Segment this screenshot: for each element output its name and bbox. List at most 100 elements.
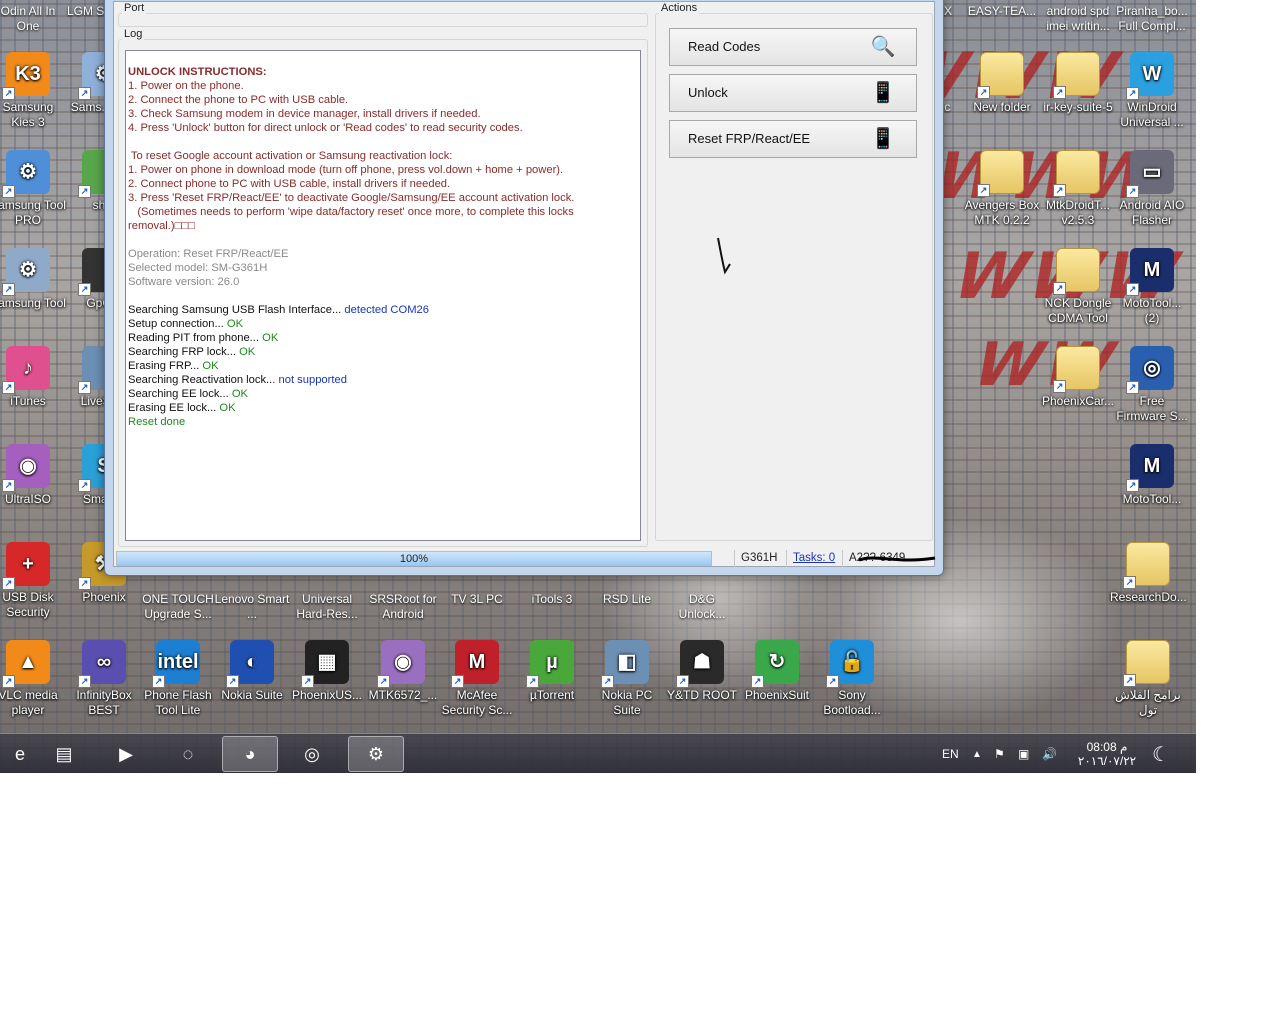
action-center-flag-icon[interactable]: ⚑ [994, 734, 1005, 774]
icon-arabic-flash[interactable]: ↗ برامج الفلاش تول [1110, 640, 1186, 718]
icon-vlc[interactable]: ▲ ↗ VLC media player [0, 640, 66, 718]
mototool-2-icon: M ↗ [1126, 248, 1174, 296]
icon-nokia-pc-suite[interactable]: ◧ ↗ Nokia PC Suite [589, 640, 665, 718]
icon-one-touch[interactable]: ONE TOUCH Upgrade S... [140, 592, 216, 622]
icon-phoenixsuit[interactable]: ↻ ↗ PhoenixSuit [739, 640, 815, 703]
shortcut-arrow-icon: ↗ [1126, 283, 1139, 296]
icon-samsung-tool[interactable]: ⚙↗Samsung Tool [0, 248, 66, 311]
icon-phone-flash[interactable]: intel ↗ Phone Flash Tool Lite [140, 640, 216, 718]
icon-label: Phoenix [82, 590, 126, 604]
clock[interactable]: 08:08 م ٢٠١٦/٠٧/٢٢ [1072, 734, 1142, 774]
icon-kies[interactable]: K3 ↗ Samsung Kies 3 [0, 52, 66, 130]
taskbar-explorer-icon[interactable]: ▤ [36, 736, 92, 772]
log-text: UNLOCK INSTRUCTIONS: [128, 66, 267, 78]
icon-tv3l[interactable]: TV 3L PC [439, 592, 515, 607]
icon-srsroot[interactable]: SRSRoot for Android [365, 592, 441, 622]
log-text: Operation: Reset FRP/React/EE [128, 248, 289, 260]
icon-ultraiso[interactable]: ◉ ↗ UltraISO [0, 444, 66, 507]
icon-glyph: µ [546, 650, 558, 673]
icon-sony-bootloader[interactable]: 🔓 ↗ Sony Bootload... [814, 640, 890, 718]
icon-windroid[interactable]: W ↗ WinDroid Universal ... [1114, 52, 1190, 130]
icon-itools[interactable]: iTools 3 [514, 592, 590, 607]
icon-mcafee[interactable]: M ↗ McAfee Security Sc... [439, 640, 515, 718]
clock-date: ٢٠١٦/٠٧/٢٢ [1077, 754, 1137, 768]
icon-android-spd[interactable]: android spd imei writin... [1040, 4, 1116, 34]
icon-label: PhoenixCar... [1041, 394, 1115, 408]
icon-label: ir-key-suite-5 [1043, 100, 1113, 114]
status-bar: 100% G361H Tasks: 0 A2??-6349 [116, 547, 936, 567]
icon-glyph: ◉ [394, 650, 412, 673]
icon-lenovo[interactable]: Lenovo Smart ... [214, 592, 290, 622]
taskbar-samsung-tool-icon[interactable]: ⚙ [348, 736, 404, 772]
icon-mtk6572[interactable]: ◉ ↗ MTK6572_... [365, 640, 441, 703]
log-line: 3. Press 'Reset FRP/React/EE' to deactiv… [128, 191, 640, 205]
port-group [118, 13, 648, 27]
shortcut-arrow-icon: ↗ [78, 283, 91, 296]
icon-label: Sony Bootload... [823, 688, 881, 717]
shortcut-arrow-icon: ↗ [78, 185, 91, 198]
icon-mototool-2[interactable]: M ↗ MotoTool... (2) [1114, 248, 1190, 326]
log-line: Reset done [128, 415, 640, 429]
icon-glyph: ⚙ [19, 160, 37, 183]
icon-dg-unlock[interactable]: D&G Unlock... [664, 592, 740, 622]
log-text: Selected model: SM-G361H [128, 262, 268, 274]
arabic-flash-icon: ↗ [1123, 640, 1170, 687]
taskbar-360-icon[interactable]: ◎ [284, 736, 340, 772]
icon-odin[interactable]: Odin All In One [0, 4, 66, 34]
shortcut-arrow-icon: ↗ [2, 479, 15, 492]
mcafee-icon: M ↗ [451, 640, 499, 688]
shortcut-arrow-icon: ↗ [977, 184, 990, 197]
log-text: 2. Connect phone to PC with USB cable, i… [128, 178, 451, 190]
icon-nokia-suite[interactable]: ◐ ↗ Nokia Suite [214, 640, 290, 703]
log-text: Reading PIT from phone... [128, 332, 263, 344]
language-indicator[interactable]: EN [942, 734, 959, 774]
log-line: Searching FRP lock... OK [128, 345, 640, 359]
show-hidden-icons-icon[interactable]: ▲ [972, 734, 982, 774]
windroid-icon: W ↗ [1126, 52, 1174, 100]
taskbar-media-player-icon[interactable]: ▶ [98, 736, 154, 772]
volume-icon[interactable]: 🔊 [1042, 734, 1057, 774]
icon-rsd-lite[interactable]: RSD Lite [589, 592, 665, 607]
researchdo-icon: ↗ [1123, 542, 1170, 589]
read-codes-button[interactable]: Read Codes 🔍 [669, 28, 917, 66]
unlock-button[interactable]: Unlock 📱 [669, 74, 917, 112]
icon-piranha[interactable]: Piranha_bo... Full Compl... [1114, 4, 1190, 34]
taskbar-app-swirl-icon[interactable]: ◌ [160, 736, 216, 772]
icon-mtkdroidtools[interactable]: ↗ MtkDroidT... v2.5.3 [1040, 150, 1116, 228]
icon-avengers-box[interactable]: ↗ Avengers Box MTK 0.2.2 [964, 150, 1040, 228]
icon-mototool[interactable]: M ↗ MotoTool... [1114, 444, 1190, 507]
icon-itunes[interactable]: ♪ ↗ iTunes [0, 346, 66, 409]
icon-free-firmware[interactable]: ◎ ↗ Free Firmware S... [1114, 346, 1190, 424]
icon-android-aio[interactable]: ▭ ↗ Android AIO Flasher [1114, 150, 1190, 228]
shortcut-arrow-icon: ↗ [152, 675, 165, 688]
clock-time: 08:08 م [1086, 740, 1128, 754]
tasks-link[interactable]: Tasks: 0 [786, 550, 842, 567]
icon-label: Avengers Box MTK 0.2.2 [964, 198, 1040, 227]
log-line: (Sometimes needs to perform 'wipe data/f… [128, 205, 640, 219]
icon-utorrent[interactable]: µ ↗ µTorrent [514, 640, 590, 703]
icon-glyph: intel [157, 650, 199, 673]
free-firmware-icon: ◎ ↗ [1126, 346, 1174, 394]
network-icon[interactable]: ▣ [1018, 734, 1029, 774]
icon-glyph: ◐ [245, 650, 259, 673]
icon-glyph: 🔓 [839, 650, 865, 673]
icon-phoenixcard[interactable]: ↗ PhoenixCar... [1040, 346, 1116, 409]
reset-frp-button[interactable]: Reset FRP/React/EE 📱 [669, 120, 917, 158]
log-result: OK [239, 346, 256, 358]
log-text: 4. Press 'Unlock' button for direct unlo… [128, 122, 523, 134]
icon-phoenixusb[interactable]: ▦ ↗ PhoenixUS... [289, 640, 365, 703]
log-line: Setup connection... OK [128, 317, 640, 331]
icon-researchdo[interactable]: ↗ ResearchDo... [1110, 542, 1187, 605]
icon-ir-key-suite[interactable]: ↗ ir-key-suite-5 [1040, 52, 1116, 115]
taskbar-chrome-icon[interactable]: ◕ [222, 736, 278, 772]
icon-glyph: ♪ [23, 356, 33, 379]
icon-nck-dongle[interactable]: ↗ NCK Dongle CDMA Tool [1040, 248, 1116, 326]
log-output[interactable]: UNLOCK INSTRUCTIONS: 1. Power on the phon… [125, 50, 641, 541]
icon-universal[interactable]: Universal Hard-Res... [289, 592, 365, 622]
icon-usb-disk-security[interactable]: + ↗ USB Disk Security [0, 542, 66, 620]
icon-infinitybox[interactable]: ∞ ↗ InfinityBox BEST [66, 640, 142, 718]
icon-ytd-root[interactable]: ☗ ↗ Y&TD ROOT [664, 640, 740, 703]
icon-label: Y&TD ROOT [666, 688, 737, 702]
icon-samsung-tool-pro[interactable]: ⚙↗Samsung Tool PRO [0, 150, 66, 228]
